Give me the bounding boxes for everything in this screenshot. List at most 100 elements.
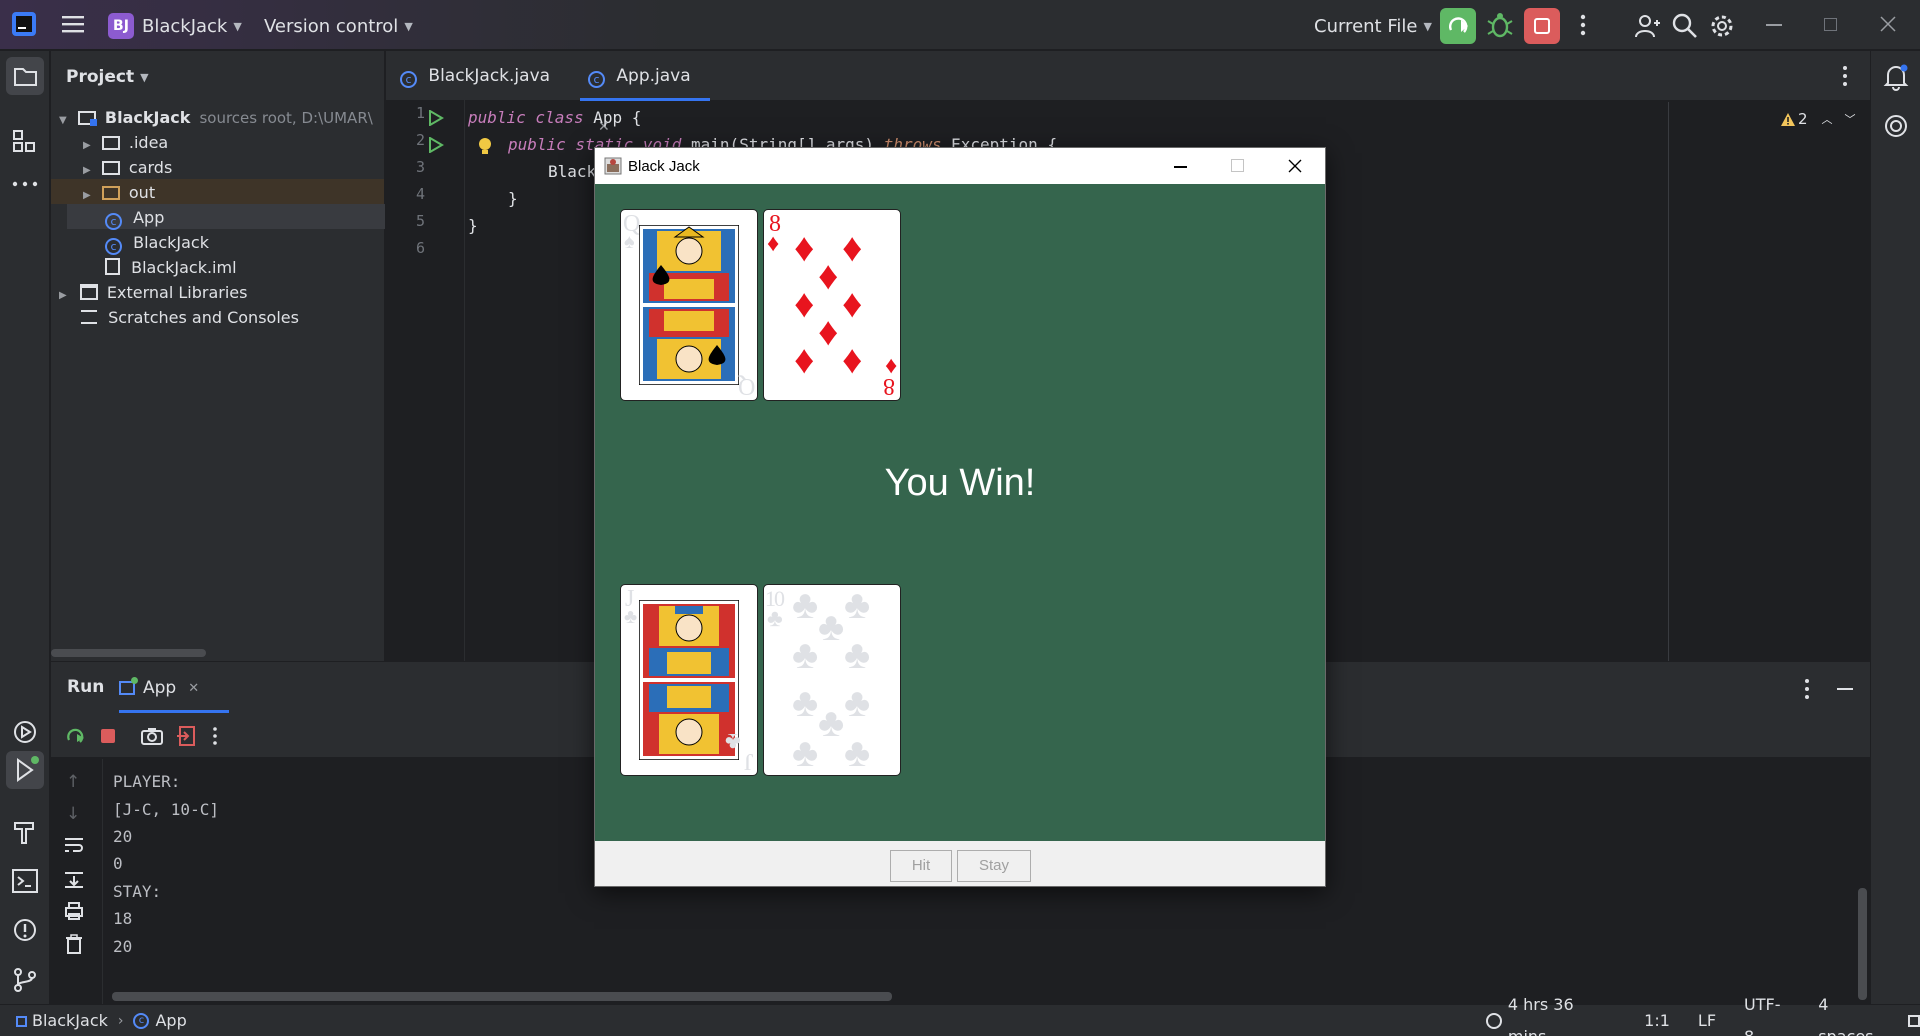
breadcrumb-file[interactable]: App [155, 1005, 186, 1036]
code-text: App { [583, 108, 642, 127]
java-class-icon: c [588, 71, 605, 88]
minimize-window-icon[interactable] [1174, 166, 1187, 168]
status-time[interactable]: 4 hrs 36 mins [1508, 989, 1616, 1036]
ai-assistant-icon[interactable] [1883, 113, 1909, 139]
tree-item-external-libraries[interactable]: ▶ External Libraries [59, 280, 247, 305]
stop-button[interactable] [1524, 8, 1560, 44]
code-line-4[interactable]: } [508, 185, 518, 212]
breadcrumb: BlackJack › c App [16, 1005, 187, 1036]
scroll-to-end-icon[interactable] [64, 870, 84, 888]
code-line-3[interactable]: Black [548, 158, 596, 185]
restore-window-icon[interactable] [1824, 18, 1837, 31]
tab-app-java[interactable]: c App.java ✕ [580, 51, 710, 135]
chevron-down-icon: ▼ [1423, 19, 1432, 33]
more-actions-icon[interactable] [1578, 13, 1588, 37]
run-gutter-icon[interactable] [428, 110, 444, 126]
close-tab-icon[interactable]: ✕ [188, 681, 199, 696]
stay-button[interactable]: Stay [957, 850, 1031, 882]
arrow-up-icon[interactable]: ↑ [66, 772, 80, 792]
console-horizontal-scrollbar[interactable] [112, 992, 892, 1001]
add-user-icon[interactable] [1634, 13, 1660, 39]
pip-club-icon: ♣ [792, 730, 819, 775]
project-selector[interactable]: BJ BlackJack ▼ [108, 12, 242, 40]
more-tools-icon[interactable] [12, 179, 38, 189]
horizontal-scrollbar[interactable] [51, 649, 206, 657]
services-icon[interactable] [12, 719, 38, 745]
tree-item-blackjack-class[interactable]: c BlackJack [105, 230, 209, 255]
tree-item-iml[interactable]: BlackJack.iml [105, 255, 237, 280]
status-line-ending[interactable]: LF [1698, 1005, 1716, 1036]
minimize-window-icon[interactable] [1766, 24, 1782, 26]
pip-club-icon: ♣ [844, 584, 871, 627]
notifications-bell-icon[interactable] [1883, 63, 1909, 91]
status-encoding[interactable]: UTF-8 [1744, 989, 1790, 1036]
chevron-down-icon[interactable]: ﹀ [1845, 111, 1856, 127]
inspection-widget[interactable]: 2 ︿ ﹀ [1780, 108, 1856, 130]
code-line-1[interactable]: public class App { [468, 104, 641, 131]
card-suit-icon: ♦ [767, 231, 780, 257]
build-hammer-icon[interactable] [12, 819, 38, 845]
hit-button[interactable]: Hit [890, 850, 952, 882]
status-caret-position[interactable]: 1:1 [1644, 1005, 1670, 1036]
tree-item-idea[interactable]: ▶ .idea [83, 130, 168, 155]
camera-icon[interactable] [141, 726, 163, 746]
soft-wrap-icon[interactable] [64, 836, 84, 854]
breadcrumb-project[interactable]: BlackJack [32, 1005, 108, 1036]
console-vertical-scrollbar[interactable] [1858, 888, 1867, 1000]
project-view-selector[interactable]: Project ▼ [66, 63, 149, 91]
intellij-logo-icon[interactable] [12, 12, 36, 36]
tree-item-scratches[interactable]: Scratches and Consoles [81, 305, 299, 330]
stop-icon[interactable] [101, 729, 115, 743]
debug-icon[interactable] [1486, 10, 1514, 40]
tree-item-cards[interactable]: ▶ cards [83, 155, 172, 180]
maximize-window-icon [1231, 159, 1244, 172]
hide-panel-icon[interactable] [1837, 688, 1853, 690]
card-suit-icon: ♣ [725, 728, 741, 754]
run-config-label: Current File [1314, 15, 1418, 37]
settings-gear-icon[interactable] [1708, 12, 1736, 40]
trash-icon[interactable] [65, 934, 83, 954]
tree-item-out[interactable]: ▶ out [83, 180, 155, 205]
code-line-5[interactable]: } [468, 212, 478, 239]
structure-icon[interactable] [12, 129, 38, 155]
blackjack-window-titlebar[interactable]: Black Jack [595, 148, 1325, 184]
chevron-up-icon[interactable]: ︿ [1822, 111, 1833, 127]
vcs-selector[interactable]: Version control ▼ [264, 12, 413, 40]
exit-icon[interactable] [177, 726, 197, 746]
project-badge: BJ [108, 13, 134, 39]
console-line: STAY: [113, 882, 162, 901]
main-menu-icon[interactable] [62, 14, 84, 34]
close-window-icon[interactable] [1288, 159, 1302, 173]
tab-actions-icon[interactable] [1840, 65, 1850, 87]
warning-count: 2 [1798, 110, 1808, 128]
status-widgets: 4 hrs 36 mins 1:1 LF UTF-8 4 spaces [1486, 995, 1920, 1036]
run-tab-app[interactable]: App ✕ [119, 672, 199, 704]
read-only-lock-icon[interactable] [1908, 1015, 1920, 1027]
run-tool-button[interactable] [6, 751, 44, 789]
more-actions-icon[interactable] [211, 726, 219, 746]
git-branch-icon[interactable] [12, 967, 38, 993]
warning-icon [1781, 112, 1795, 126]
tab-blackjack-java[interactable]: c BlackJack.java [400, 51, 550, 101]
rerun-icon[interactable] [65, 726, 85, 746]
line-number: 5 [415, 212, 425, 230]
print-icon[interactable] [64, 902, 84, 920]
run-options-icon[interactable] [1802, 678, 1812, 700]
card-rank: 8 [883, 373, 895, 399]
search-icon[interactable] [1672, 13, 1698, 39]
close-window-icon[interactable] [1880, 16, 1896, 32]
tree-label: BlackJack [133, 233, 209, 252]
arrow-down-icon[interactable]: ↓ [66, 804, 80, 824]
run-config-selector[interactable]: Current File ▼ [1314, 12, 1432, 40]
intention-bulb-icon[interactable] [477, 137, 493, 157]
run-gutter-icon[interactable] [428, 137, 444, 153]
status-indent[interactable]: 4 spaces [1818, 989, 1888, 1036]
problems-icon[interactable] [12, 917, 38, 943]
terminal-icon[interactable] [12, 869, 38, 893]
tree-item-blackjack-root[interactable]: ▼ BlackJack sources root, D:\UMAR\ [59, 105, 373, 130]
run-icon [17, 756, 39, 782]
rerun-button[interactable] [1440, 8, 1476, 44]
tree-item-app[interactable]: c App [105, 205, 164, 230]
project-tool-button[interactable] [6, 57, 44, 95]
pip-diamond-icon: ♦ [842, 225, 863, 270]
